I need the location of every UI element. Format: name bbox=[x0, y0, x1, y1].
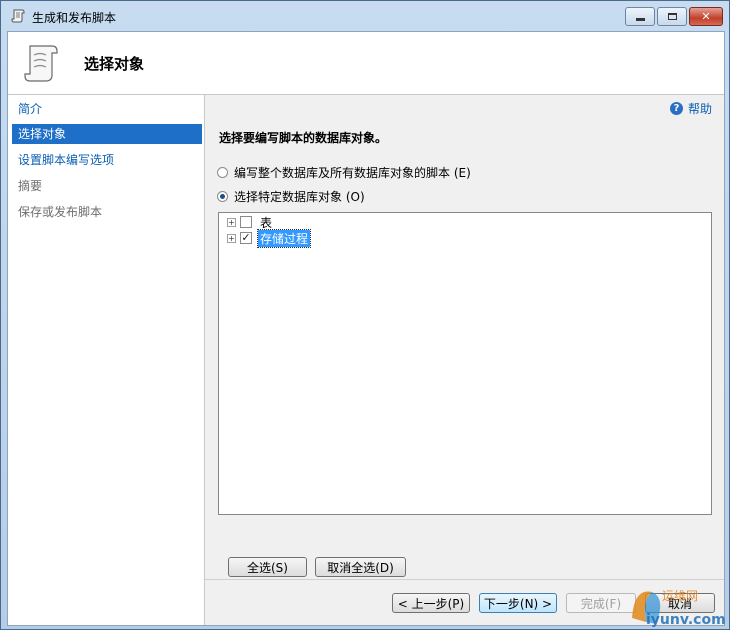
tree-item-stored-procedures[interactable]: + ✓ 存储过程 bbox=[227, 228, 312, 248]
tree-item-tables[interactable]: + 表 bbox=[227, 214, 274, 230]
iyunv-watermark-logo: 运维网 iyunv.com bbox=[632, 589, 726, 628]
sidebar-item-save-publish: 保存或发布脚本 bbox=[18, 205, 103, 219]
script-scroll-icon bbox=[11, 9, 25, 23]
expand-icon[interactable]: + bbox=[227, 217, 236, 227]
main-panel: ? 帮助 选择要编写脚本的数据库对象。 编写整个数据库及所有数据库对象的脚本 (… bbox=[205, 95, 724, 625]
close-button[interactable]: ✕ bbox=[689, 7, 723, 26]
section-title: 选择要编写脚本的数据库对象。 bbox=[219, 131, 388, 145]
window-title: 生成和发布脚本 bbox=[32, 11, 117, 25]
select-all-button[interactable]: 全选(S) bbox=[228, 557, 307, 577]
radio-button[interactable] bbox=[217, 166, 228, 178]
maximize-icon bbox=[667, 13, 677, 20]
watermark-text-cn: 运维网 bbox=[662, 589, 698, 603]
sidebar-item-scripting-options[interactable]: 设置脚本编写选项 bbox=[12, 150, 202, 170]
help-link[interactable]: ? 帮助 bbox=[669, 99, 712, 117]
deselect-all-button[interactable]: 取消全选(D) bbox=[315, 557, 406, 577]
next-button[interactable]: 下一步(N) > bbox=[479, 593, 557, 613]
wizard-steps-sidebar: 简介 选择对象 设置脚本编写选项 摘要 保存或发布脚本 bbox=[8, 95, 205, 625]
minimize-button[interactable] bbox=[625, 7, 655, 26]
sidebar-item-summary: 摘要 bbox=[18, 179, 43, 193]
radio-label: 选择特定数据库对象 (O) bbox=[234, 189, 365, 204]
script-scroll-icon bbox=[24, 45, 58, 82]
page-title: 选择对象 bbox=[84, 55, 145, 73]
tree-item-label: 存储过程 bbox=[256, 228, 312, 248]
radio-label: 编写整个数据库及所有数据库对象的脚本 (E) bbox=[234, 165, 471, 180]
maximize-button[interactable] bbox=[657, 7, 687, 26]
minimize-icon bbox=[635, 18, 645, 21]
help-icon: ? bbox=[669, 101, 683, 115]
radio-button[interactable] bbox=[217, 190, 228, 202]
sidebar-item-intro[interactable]: 简介 bbox=[12, 99, 202, 119]
previous-button[interactable]: < 上一步(P) bbox=[392, 593, 470, 613]
title-bar[interactable]: 生成和发布脚本 ✕ bbox=[1, 1, 729, 31]
checkbox[interactable] bbox=[240, 216, 252, 228]
radio-script-entire-database[interactable]: 编写整个数据库及所有数据库对象的脚本 (E) bbox=[217, 163, 471, 181]
tree-item-label: 表 bbox=[260, 215, 273, 230]
sidebar-item-choose-objects[interactable]: 选择对象 bbox=[12, 124, 202, 144]
radio-select-specific-objects[interactable]: 选择特定数据库对象 (O) bbox=[217, 187, 365, 205]
object-tree[interactable]: + 表 + ✓ 存储过程 bbox=[218, 212, 712, 515]
page-header: 选择对象 bbox=[8, 32, 724, 95]
help-label: 帮助 bbox=[687, 101, 712, 116]
checkbox[interactable]: ✓ bbox=[240, 232, 252, 244]
dialog-client-area: 选择对象 简介 选择对象 设置脚本编写选项 摘要 保存或发布脚本 ? 帮助 选择… bbox=[7, 31, 725, 626]
watermark-text: iyunv.com bbox=[646, 612, 726, 628]
close-icon: ✕ bbox=[701, 10, 711, 23]
dialog-window: 生成和发布脚本 ✕ 选择对象 简介 选择对象 设置脚本编写选项 摘要 保存或发布… bbox=[0, 0, 730, 630]
expand-icon[interactable]: + bbox=[227, 233, 236, 243]
